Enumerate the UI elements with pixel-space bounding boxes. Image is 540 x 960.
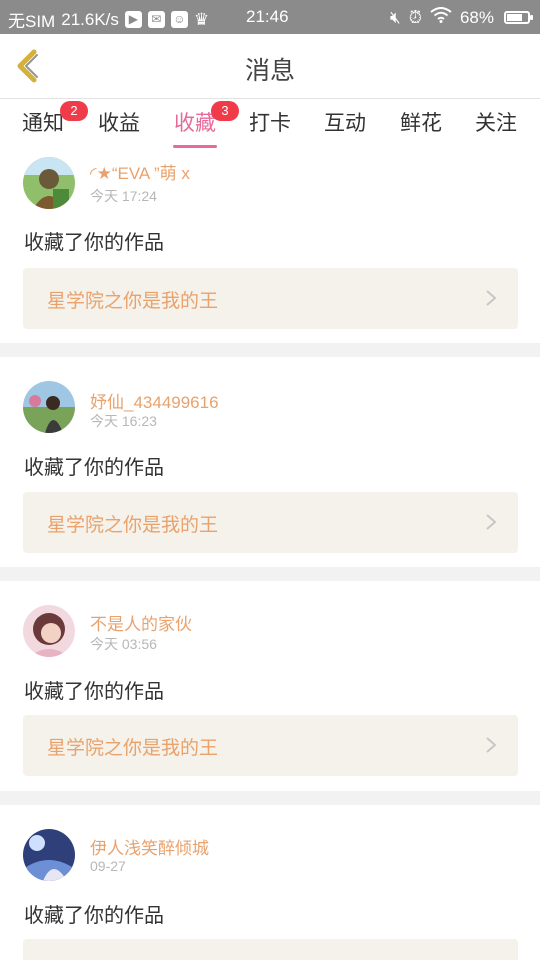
tab-flowers[interactable]: 鲜花 <box>400 109 442 139</box>
message-item: 不是人的家伙 今天 03:56 收藏了你的作品 星学院之你是我的王 <box>0 581 540 791</box>
tab-checkin[interactable]: 打卡 <box>249 109 291 139</box>
app-icon: ☺ <box>170 11 188 28</box>
avatar-image <box>23 157 75 209</box>
work-link[interactable]: 星学院之你是我的王 <box>23 715 518 776</box>
battery-percent: 68% <box>459 7 494 27</box>
action-text: 收藏了你的作品 <box>24 230 164 254</box>
tab-follow[interactable]: 关注 <box>475 109 517 139</box>
username[interactable]: 妤仙_434499616 <box>90 388 219 413</box>
header: 消息 <box>0 34 540 99</box>
unread-badge: 3 <box>211 101 239 121</box>
clock: 21:46 <box>246 7 289 26</box>
tab-label: 鲜花 <box>400 111 442 135</box>
timestamp: 今天 17:24 <box>90 188 157 204</box>
chevron-right-icon <box>486 290 497 306</box>
timestamp: 今天 03:56 <box>90 636 157 652</box>
work-title: 星学院之你是我的王 <box>47 514 219 536</box>
status-left: 无SIM 21.6K/s ▶ ✉ ☺ ♛ <box>8 7 209 32</box>
chevron-right-icon <box>486 737 497 753</box>
timestamp: 今天 16:23 <box>90 413 157 429</box>
network-speed: 21.6K/s <box>61 9 119 29</box>
tab-label: 收益 <box>98 111 140 135</box>
avatar[interactable] <box>23 829 75 881</box>
carrier-text: 无SIM <box>8 12 56 31</box>
timestamp: 09-27 <box>90 858 126 874</box>
work-title: 星学院之你是我的王 <box>47 290 219 312</box>
avatar[interactable] <box>23 381 75 433</box>
battery-fill <box>507 14 522 21</box>
tab-label: 关注 <box>475 111 517 135</box>
tab-bar: 通知 2 收益 收藏 3 打卡 互动 鲜花 关注 <box>0 99 540 151</box>
mute-icon: 🔇︎ <box>389 7 401 27</box>
crown-icon: ♛ <box>193 9 210 29</box>
tab-label: 通知 <box>22 111 64 135</box>
tab-favorites[interactable]: 收藏 3 <box>173 101 239 148</box>
avatar-image <box>23 605 75 657</box>
video-icon: ▶ <box>124 11 142 28</box>
username[interactable]: 不是人的家伙 <box>90 610 192 635</box>
tab-label: 互动 <box>324 111 366 135</box>
tab-label: 打卡 <box>249 111 291 135</box>
tab-interaction[interactable]: 互动 <box>324 109 366 139</box>
status-right: 🔇︎ ⏰︎ 68% <box>389 7 533 28</box>
chevron-right-icon <box>486 514 497 530</box>
avatar[interactable] <box>23 157 75 209</box>
tab-notice[interactable]: 通知 2 <box>22 101 88 139</box>
battery-icon <box>504 11 533 24</box>
message-item: 妤仙_434499616 今天 16:23 收藏了你的作品 星学院之你是我的王 <box>0 357 540 567</box>
work-link[interactable]: 星学院之你是我的王 <box>23 268 518 329</box>
action-text: 收藏了你的作品 <box>24 903 164 927</box>
work-link[interactable] <box>23 939 518 960</box>
wifi-icon <box>430 7 452 28</box>
unread-badge: 2 <box>60 101 88 121</box>
message-item: 伊人浅笑醉倾城 09-27 收藏了你的作品 <box>0 805 540 960</box>
avatar-image <box>23 829 75 881</box>
work-link[interactable]: 星学院之你是我的王 <box>23 492 518 553</box>
action-text: 收藏了你的作品 <box>24 455 164 479</box>
action-text: 收藏了你的作品 <box>24 679 164 703</box>
alarm-icon: ⏰︎ <box>408 7 422 27</box>
work-title: 星学院之你是我的王 <box>47 737 219 759</box>
avatar-image <box>23 381 75 433</box>
username[interactable]: ◜★“EVA ”萌 x <box>90 159 190 184</box>
page-title: 消息 <box>244 56 295 85</box>
username[interactable]: 伊人浅笑醉倾城 <box>90 834 209 859</box>
avatar[interactable] <box>23 605 75 657</box>
mail-icon: ✉ <box>147 11 165 28</box>
tab-earnings[interactable]: 收益 <box>98 109 140 139</box>
message-item: ◜★“EVA ”萌 x 今天 17:24 收藏了你的作品 星学院之你是我的王 <box>0 151 540 343</box>
status-bar: 无SIM 21.6K/s ▶ ✉ ☺ ♛ 21:46 🔇︎ ⏰︎ 68% <box>0 0 540 34</box>
tab-label: 收藏 <box>174 111 216 135</box>
